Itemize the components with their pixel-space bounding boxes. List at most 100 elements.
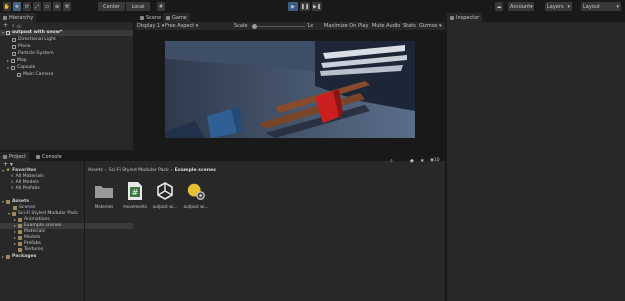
rect-tool-icon[interactable]: ▭ (43, 2, 51, 11)
folder-icon (12, 212, 16, 216)
pause-button[interactable]: ❚❚ (300, 2, 310, 11)
favorite-item[interactable]: ⌕ All Prefabs (11, 186, 40, 192)
breadcrumb-item[interactable]: Assets (88, 168, 103, 173)
folder-icon (13, 206, 17, 210)
game-toolbar: Display 1 ▾ Free Aspect ▾ Scale 1x Maxim… (135, 22, 445, 30)
hierarchy-item-particle-system[interactable]: Particle System (12, 51, 54, 57)
hierarchy-item-capsule[interactable]: ▾ Capsule (7, 65, 35, 71)
account-dropdown[interactable]: Account ▾ (508, 2, 534, 11)
tab-game[interactable]: Game (163, 13, 190, 22)
game-view-render[interactable] (165, 41, 415, 138)
play-button[interactable]: ▶ (288, 2, 298, 11)
tree-item-label: Textures (24, 247, 44, 252)
scene-row[interactable]: ▾ outpost with snow* (0, 30, 133, 36)
center-label: Center (103, 3, 120, 10)
svg-text:#: # (132, 188, 139, 197)
folder-tab-icon (3, 154, 7, 159)
hierarchy-item-map[interactable]: ▸ Map (7, 58, 27, 64)
tab-hierarchy[interactable]: Hierarchy (0, 13, 37, 22)
tab-console[interactable]: Console (33, 152, 65, 161)
collab-cloud-icon[interactable]: ☁ (495, 2, 503, 11)
folder-icon (6, 200, 10, 204)
filter-by-type-icon[interactable]: ◆ (410, 158, 414, 164)
folder-icon (94, 181, 114, 201)
inspector-icon (450, 15, 454, 20)
display-dropdown[interactable]: Display 1 ▾ (137, 23, 164, 29)
create-add-icon[interactable]: + ▾ (3, 161, 13, 168)
local-label: Local (131, 3, 145, 10)
tab-scene[interactable]: Scene (137, 13, 164, 22)
layout-dropdown[interactable]: Layout ▾ (581, 2, 621, 11)
packages-label: Packages (12, 254, 37, 259)
breadcrumb-item[interactable]: Example scenes (175, 168, 216, 173)
game-view-image (165, 41, 415, 138)
stats-toggle[interactable]: Stats (403, 23, 416, 29)
search-icon: ⌕ (11, 186, 14, 191)
hierarchy-item-label: Directional Light (18, 37, 56, 42)
gizmos-label: Gizmos (419, 23, 438, 29)
packages-header[interactable]: ▸ Packages (2, 254, 36, 260)
scene-game-tabbar: Scene Game (135, 13, 445, 22)
layers-dropdown[interactable]: Layers ▾ (545, 2, 572, 11)
scale-tool-icon[interactable]: ⤢ (33, 2, 41, 11)
hand-tool-icon[interactable]: ✋ (3, 2, 11, 11)
gizmos-dropdown[interactable]: Gizmos ▾ (419, 23, 442, 29)
unity-scene-icon (6, 31, 10, 35)
asset-label: Materials (94, 204, 114, 209)
transform-tool-icon[interactable]: ⊕ (53, 2, 61, 11)
mute-audio-toggle[interactable]: Mute Audio (372, 23, 400, 29)
aspect-dropdown[interactable]: Free Aspect ▾ (165, 23, 198, 29)
chevron-down-icon: ▾ (616, 3, 619, 10)
scene-name: outpost with snow* (12, 30, 63, 35)
star-icon: ★ (6, 168, 11, 173)
main-toolbar: ✋ ✥ ⟳ ⤢ ▭ ⊕ ⚒ Center Local # ▶ ❚❚ ▶❚ ☁ A… (0, 0, 625, 13)
panel-divider[interactable] (84, 161, 85, 301)
hierarchy-icon (3, 15, 7, 20)
search-icon[interactable]: ⌕ (390, 158, 393, 164)
pivot-center-toggle[interactable]: Center (98, 2, 125, 11)
hierarchy-item-directional-light[interactable]: Directional Light (12, 37, 56, 43)
game-tab-icon (166, 15, 170, 20)
hierarchy-item-label: Plane (18, 44, 31, 49)
add-icon[interactable]: + (3, 23, 8, 29)
hierarchy-item-label: Capsule (17, 65, 36, 70)
breadcrumb-separator: › (170, 168, 173, 173)
tab-inspector[interactable]: Inspector (447, 13, 483, 22)
folder-icon (18, 248, 22, 252)
asset-outpost-scene[interactable]: outpost wi... (152, 181, 178, 209)
pivot-local-toggle[interactable]: Local (126, 2, 150, 11)
grid-snap-icon[interactable]: # (157, 2, 165, 11)
asset-movements[interactable]: # movements (122, 181, 148, 209)
breadcrumb: Assets › Sci-Fi Styled Modular Pack › Exam… (88, 168, 216, 173)
tree-item-textures[interactable]: Textures (18, 247, 43, 253)
scale-value: 1x (307, 23, 314, 29)
gameobject-icon (11, 66, 15, 70)
tab-project-label: Project (9, 153, 27, 160)
tab-project[interactable]: Project (0, 152, 30, 161)
scene-tab-icon (140, 15, 144, 20)
step-button[interactable]: ▶❚ (312, 2, 322, 11)
favorite-star-icon[interactable]: ★ (420, 158, 424, 164)
asset-materials[interactable]: Materials (91, 181, 117, 209)
asset-outpost-lighting[interactable]: outpost wi... (183, 181, 209, 209)
hidden-packages-toggle[interactable]: ◉ 10 (430, 158, 440, 163)
lighting-settings-icon (186, 181, 206, 201)
hierarchy-item-main-camera[interactable]: Main Camera (17, 72, 53, 78)
maximize-on-play-toggle[interactable]: Maximize On Play (324, 23, 368, 29)
rotate-tool-icon[interactable]: ⟳ (23, 2, 31, 11)
custom-tool-icon[interactable]: ⚒ (63, 2, 71, 11)
folder-icon (6, 255, 10, 259)
hierarchy-item-label: Particle System (18, 51, 54, 56)
folder-icon (18, 224, 22, 228)
move-tool-icon[interactable]: ✥ (13, 2, 21, 11)
scale-slider[interactable] (253, 25, 305, 27)
hierarchy-search-input[interactable]: ⌕ All (12, 23, 52, 30)
favorite-label: All Prefabs (15, 186, 40, 191)
breadcrumb-item[interactable]: Sci-Fi Styled Modular Pack (109, 168, 169, 173)
scale-slider-handle[interactable] (252, 23, 257, 29)
hierarchy-item-label: Main Camera (23, 72, 54, 77)
aspect-label: Free Aspect (165, 23, 195, 29)
hierarchy-item-plane[interactable]: Plane (12, 44, 31, 50)
layout-label: Layout (583, 3, 600, 10)
folder-icon (18, 218, 22, 222)
